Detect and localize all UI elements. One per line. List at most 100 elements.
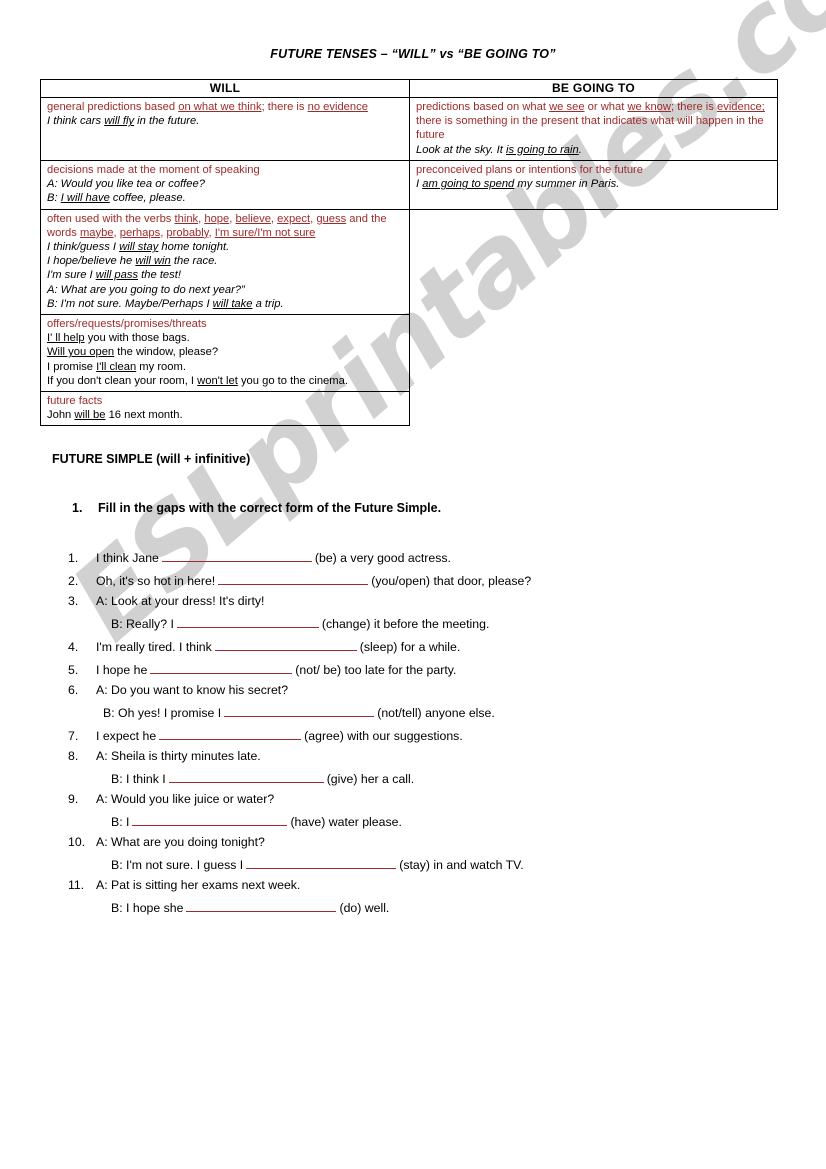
exercise-item: 3. A: Look at your dress! It's dirty! xyxy=(68,594,768,608)
table-row: offers/requests/promises/threats I' ll he… xyxy=(40,314,778,393)
answer-blank[interactable] xyxy=(132,812,288,826)
answer-blank[interactable] xyxy=(218,571,369,585)
table-cell: often used with the verbs think, hope, b… xyxy=(40,208,410,316)
rule-text: often used with the verbs think, hope, b… xyxy=(47,212,387,239)
exercise-prefix: A: Pat is sitting her exams next week. xyxy=(96,878,301,892)
exercise-suffix: (sleep) for a while. xyxy=(359,640,461,654)
exercise-text: B: I think I (give) her a call. xyxy=(96,769,768,786)
exercise-number: 10. xyxy=(68,835,86,849)
exercise-item: 11. A: Pat is sitting her exams next wee… xyxy=(68,878,768,892)
table-cell: predictions based on what we see or what… xyxy=(409,97,778,161)
exercise-subline: B: I'm not sure. I guess I (stay) in and … xyxy=(68,855,768,872)
exercise-prefix: I expect he xyxy=(96,729,157,743)
table-row: future facts John will be 16 next month. xyxy=(40,391,778,427)
exercise-text: I expect he (agree) with our suggestions. xyxy=(96,726,768,743)
exercise-number: 5. xyxy=(68,663,79,677)
table-header-row: WILL BE GOING TO xyxy=(40,79,778,98)
exercise-suffix: (not/tell) anyone else. xyxy=(377,706,495,720)
rule-text: general predictions based on what we thi… xyxy=(47,101,368,113)
table-cell: preconceived plans or intentions for the… xyxy=(409,160,778,210)
exercise-prefix: I hope he xyxy=(96,663,148,677)
exercise-item: 8. A: Sheila is thirty minutes late. xyxy=(68,749,768,763)
table-cell: offers/requests/promises/threats I' ll he… xyxy=(40,314,410,393)
instruction-row: 1. Fill in the gaps with the correct for… xyxy=(72,501,441,515)
table-header-be-going-to: BE GOING TO xyxy=(409,79,778,98)
answer-blank[interactable] xyxy=(186,898,337,912)
comparison-table: WILL BE GOING TO general predictions bas… xyxy=(40,79,778,427)
exercise-text: B: Oh yes! I promise I (not/tell) anyone … xyxy=(96,703,768,720)
exercise-text: B: I (have) water please. xyxy=(96,812,768,829)
example-text: A: Would you like tea or coffee? xyxy=(47,178,205,191)
answer-blank[interactable] xyxy=(246,855,397,869)
example-text: I hope/believe he will win the race. xyxy=(47,255,218,268)
example-text: John will be 16 next month. xyxy=(47,409,183,422)
example-text: I'm sure I will pass the test! xyxy=(47,269,181,282)
instruction-text: Fill in the gaps with the correct form o… xyxy=(98,501,442,515)
exercise-prefix: A: Sheila is thirty minutes late. xyxy=(96,749,261,763)
exercise-text: I'm really tired. I think (sleep) for a w… xyxy=(96,637,768,654)
exercise-prefix: Oh, it's so hot in here! xyxy=(96,574,216,588)
exercise-prefix: B: Oh yes! I promise I xyxy=(103,706,222,720)
exercise-text: B: I hope she (do) well. xyxy=(96,898,768,915)
exercise-text: B: I'm not sure. I guess I (stay) in and … xyxy=(96,855,768,872)
exercise-prefix: I'm really tired. I think xyxy=(96,640,212,654)
example-text: B: I'm not sure. Maybe/Perhaps I will ta… xyxy=(47,297,284,310)
rule-text: future facts xyxy=(47,395,103,408)
example-text: I promise I'll clean my room. xyxy=(47,360,186,373)
exercise-item: 2. Oh, it's so hot in here! (you/open) tha… xyxy=(68,571,768,588)
exercise-number: 11. xyxy=(68,878,85,892)
exercise-text: I think Jane (be) a very good actress. xyxy=(96,548,768,565)
exercise-prefix: B: I'm not sure. I guess I xyxy=(111,858,244,872)
example-text: If you don't clean your room, I won't le… xyxy=(47,374,348,387)
exercise-number: 6. xyxy=(68,683,79,697)
exercise-list: 1. I think Jane (be) a very good actress. 2… xyxy=(68,548,768,921)
exercise-number: 7. xyxy=(68,729,79,743)
exercise-prefix: B: Really? I xyxy=(111,617,174,631)
table-cell-blank xyxy=(410,392,778,426)
exercise-text: A: Would you like juice or water? xyxy=(96,792,768,806)
table-body: general predictions based on what we thi… xyxy=(40,97,778,427)
exercise-prefix: A: Look at your dress! It's dirty! xyxy=(96,594,265,608)
answer-blank[interactable] xyxy=(161,548,312,562)
exercise-item: 10. A: What are you doing tonight? xyxy=(68,835,768,849)
exercise-item: 5. I hope he (not/ be) too late for the pa… xyxy=(68,660,768,677)
example-text: A: What are you going to do next year?” xyxy=(47,283,245,296)
exercise-item: 6. A: Do you want to know his secret? xyxy=(68,683,768,697)
exercise-prefix: B: I xyxy=(111,815,130,829)
exercise-suffix: (have) water please. xyxy=(290,815,402,829)
exercise-number: 9. xyxy=(68,792,79,806)
example-text: I am going to spend my summer in Paris. xyxy=(416,178,620,191)
example-text: I think cars will fly in the future. xyxy=(47,115,200,128)
answer-blank[interactable] xyxy=(176,614,319,628)
exercise-text: Oh, it's so hot in here! (you/open) that … xyxy=(96,571,768,588)
answer-blank[interactable] xyxy=(159,726,302,740)
example-text: I think/guess I will stay home tonight. xyxy=(47,241,230,254)
answer-blank[interactable] xyxy=(224,703,375,717)
exercise-text: A: Look at your dress! It's dirty! xyxy=(96,594,768,608)
table-row: often used with the verbs think, hope, b… xyxy=(40,208,778,316)
exercise-suffix: (not/ be) too late for the party. xyxy=(295,663,457,677)
exercise-suffix: (stay) in and watch TV. xyxy=(399,858,524,872)
example-text: Will you open the window, please? xyxy=(47,346,219,359)
exercise-subline: B: I hope she (do) well. xyxy=(68,898,768,915)
exercise-prefix: I think Jane xyxy=(96,551,159,565)
exercise-number: 2. xyxy=(68,574,79,588)
answer-blank[interactable] xyxy=(168,769,324,783)
exercise-item: 1. I think Jane (be) a very good actress. xyxy=(68,548,768,565)
exercise-subline: B: Oh yes! I promise I (not/tell) anyone … xyxy=(68,703,768,720)
table-cell: decisions made at the moment of speaking… xyxy=(40,160,410,210)
example-text: Look at the sky. It is going to rain. xyxy=(416,143,582,156)
exercise-suffix: (be) a very good actress. xyxy=(314,551,451,565)
exercise-number: 4. xyxy=(68,640,79,654)
exercise-subline: B: Really? I (change) it before the meeti… xyxy=(68,614,768,631)
rule-text: predictions based on what we see or what… xyxy=(416,101,765,142)
answer-blank[interactable] xyxy=(214,637,357,651)
exercise-text: A: Sheila is thirty minutes late. xyxy=(96,749,768,763)
exercise-number: 3. xyxy=(68,594,79,608)
exercise-suffix: (agree) with our suggestions. xyxy=(304,729,463,743)
table-cell-blank xyxy=(410,315,778,392)
exercise-text: A: What are you doing tonight? xyxy=(96,835,768,849)
answer-blank[interactable] xyxy=(150,660,293,674)
table-row: decisions made at the moment of speaking… xyxy=(40,160,778,210)
exercise-item: 9. A: Would you like juice or water? xyxy=(68,792,768,806)
